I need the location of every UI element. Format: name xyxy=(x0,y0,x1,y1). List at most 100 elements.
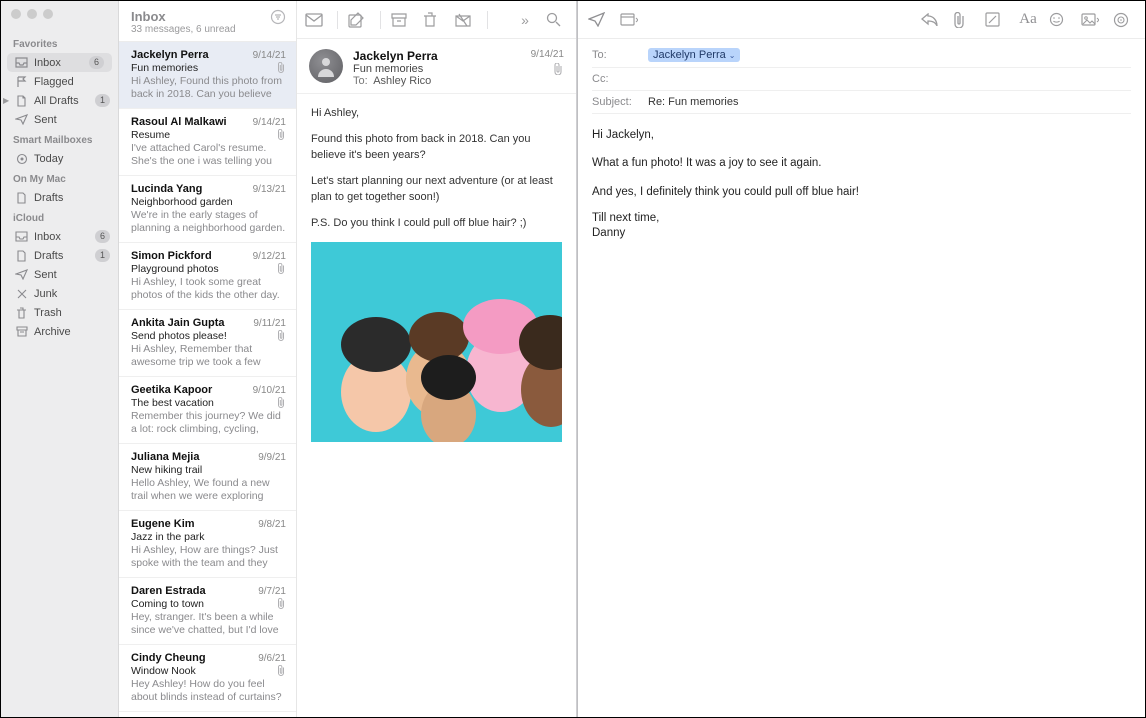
attachment-icon xyxy=(277,129,286,140)
sidebar-item-ic-drafts[interactable]: Drafts 1 xyxy=(1,246,118,265)
markup-icon[interactable] xyxy=(985,12,1007,27)
attachment-icon xyxy=(277,598,286,609)
msg-date: 9/8/21 xyxy=(258,519,286,530)
msg-subject: Neighborhood garden xyxy=(131,196,233,208)
junk-icon[interactable] xyxy=(455,13,477,27)
reply-icon[interactable] xyxy=(921,13,943,26)
msg-date: 9/9/21 xyxy=(258,452,286,463)
message-item[interactable]: Lucinda Yang9/13/21Neighborhood gardenWe… xyxy=(119,176,296,243)
flag-icon xyxy=(15,75,28,88)
mailbox-title: Inbox xyxy=(131,9,236,24)
reader-p1: Hi Ashley, xyxy=(311,106,562,122)
message-item[interactable]: Ankita Jain Gupta9/11/21Send photos plea… xyxy=(119,310,296,377)
message-item[interactable]: Geetika Kapoor9/10/21The best vacationRe… xyxy=(119,377,296,444)
zoom-dot[interactable] xyxy=(43,9,53,19)
compose-subject-row[interactable]: Subject: Re: Fun memories xyxy=(592,91,1131,114)
attachment-icon xyxy=(277,263,286,274)
msg-preview: Hi Ashley, Found this photo from back in… xyxy=(131,75,286,101)
msg-preview: I've attached Carol's resume. She's the … xyxy=(131,142,286,168)
disclosure-icon[interactable]: ▶ xyxy=(3,96,9,105)
minimize-dot[interactable] xyxy=(27,9,37,19)
message-item[interactable]: Daren Estrada9/7/21Coming to townHey, st… xyxy=(119,578,296,645)
trash-icon xyxy=(15,306,28,319)
envelope-icon[interactable] xyxy=(305,13,327,27)
reader-p2: Found this photo from back in 2018. Can … xyxy=(311,132,562,164)
reader-to-name: Ashley Rico xyxy=(373,75,431,87)
sidebar-item-ic-inbox[interactable]: Inbox 6 xyxy=(1,227,118,246)
to-label: To: xyxy=(353,75,368,87)
close-dot[interactable] xyxy=(11,9,21,19)
msg-date: 9/10/21 xyxy=(253,385,286,396)
reader-p4: P.S. Do you think I could pull off blue … xyxy=(311,216,562,232)
compose-icon[interactable] xyxy=(348,12,370,28)
compose-to-row[interactable]: To: Jackelyn Perra ⌄ xyxy=(592,43,1131,68)
link-icon[interactable] xyxy=(1113,12,1135,28)
msg-date: 9/12/21 xyxy=(253,251,286,262)
sidebar-item-inbox[interactable]: Inbox 6 xyxy=(7,53,112,72)
msg-sender: Simon Pickford xyxy=(131,250,212,262)
chevron-down-icon[interactable]: ⌄ xyxy=(729,51,736,60)
emoji-icon[interactable] xyxy=(1049,12,1071,27)
sent-icon xyxy=(15,268,28,281)
sidebar-item-ic-archive[interactable]: Archive xyxy=(1,322,118,341)
sidebar-item-ic-junk[interactable]: Junk xyxy=(1,284,118,303)
reader-body[interactable]: Hi Ashley, Found this photo from back in… xyxy=(297,94,576,717)
attachment-icon xyxy=(554,63,564,75)
message-item[interactable]: Greg Crane9/6/21New ways to take your ph… xyxy=(119,712,296,717)
message-items[interactable]: Jackelyn Perra9/14/21Fun memoriesHi Ashl… xyxy=(119,42,296,717)
msg-sender: Eugene Kim xyxy=(131,518,195,530)
filter-icon[interactable] xyxy=(270,9,286,25)
header-fields-icon[interactable] xyxy=(620,13,642,26)
sidebar-item-ic-sent[interactable]: Sent xyxy=(1,265,118,284)
sidebar-item-flagged[interactable]: Flagged xyxy=(1,72,118,91)
photo-icon[interactable] xyxy=(1081,13,1103,26)
sent-icon xyxy=(15,113,28,126)
recipient-chip[interactable]: Jackelyn Perra ⌄ xyxy=(648,48,740,62)
sidebar-item-sent[interactable]: Sent xyxy=(1,110,118,129)
section-smart: Smart Mailboxes xyxy=(1,129,118,149)
msg-preview: Hi Ashley, I took some great photos of t… xyxy=(131,276,286,302)
message-attachment-image[interactable] xyxy=(311,242,562,442)
sidebar-item-onmac-drafts[interactable]: Drafts xyxy=(1,188,118,207)
compose-p5: Danny xyxy=(592,226,1131,241)
subject-value[interactable]: Re: Fun memories xyxy=(648,96,738,108)
message-item[interactable]: Simon Pickford9/12/21Playground photosHi… xyxy=(119,243,296,310)
compose-p3: And yes, I definitely think you could pu… xyxy=(592,183,1131,201)
sidebar-item-ic-trash[interactable]: Trash xyxy=(1,303,118,322)
attachment-icon xyxy=(277,62,286,73)
delete-icon[interactable] xyxy=(423,12,445,28)
compose-p1: Hi Jackelyn, xyxy=(592,126,1131,144)
msg-date: 9/11/21 xyxy=(253,318,286,329)
format-icon[interactable]: Aa xyxy=(1017,11,1039,28)
junk-icon xyxy=(15,287,28,300)
message-item[interactable]: Juliana Mejia9/9/21New hiking trailHello… xyxy=(119,444,296,511)
msg-date: 9/14/21 xyxy=(253,117,286,128)
send-icon[interactable] xyxy=(588,12,610,27)
msg-preview: Hi Ashley, How are things? Just spoke wi… xyxy=(131,544,286,570)
msg-sender: Juliana Mejia xyxy=(131,451,199,463)
compose-body[interactable]: Hi Jackelyn, What a fun photo! It was a … xyxy=(578,114,1145,253)
today-label: Today xyxy=(34,153,110,165)
reader-sender: Jackelyn Perra xyxy=(353,49,438,63)
message-item[interactable]: Cindy Cheung9/6/21Window NookHey Ashley!… xyxy=(119,645,296,712)
archive-icon xyxy=(15,325,28,338)
message-item[interactable]: Jackelyn Perra9/14/21Fun memoriesHi Ashl… xyxy=(119,42,296,109)
attachment-icon xyxy=(277,330,286,341)
msg-subject: The best vacation xyxy=(131,397,214,409)
archive-icon[interactable] xyxy=(391,13,413,27)
search-icon[interactable] xyxy=(546,12,568,27)
section-favorites: Favorites xyxy=(1,33,118,53)
attach-icon[interactable] xyxy=(953,12,975,28)
msg-preview: We're in the early stages of planning a … xyxy=(131,209,286,235)
msg-sender: Daren Estrada xyxy=(131,585,206,597)
msg-subject: Send photos please! xyxy=(131,330,227,342)
reader-toolbar: » xyxy=(297,1,576,39)
message-item[interactable]: Eugene Kim9/8/21Jazz in the parkHi Ashle… xyxy=(119,511,296,578)
flagged-label: Flagged xyxy=(34,76,110,88)
compose-cc-row[interactable]: Cc: xyxy=(592,68,1131,91)
more-icon[interactable]: » xyxy=(514,12,536,28)
sidebar-item-alldrafts[interactable]: ▶ All Drafts 1 xyxy=(1,91,118,110)
message-item[interactable]: Rasoul Al Malkawi9/14/21ResumeI've attac… xyxy=(119,109,296,176)
msg-date: 9/7/21 xyxy=(258,586,286,597)
sidebar-item-today[interactable]: Today xyxy=(1,149,118,168)
